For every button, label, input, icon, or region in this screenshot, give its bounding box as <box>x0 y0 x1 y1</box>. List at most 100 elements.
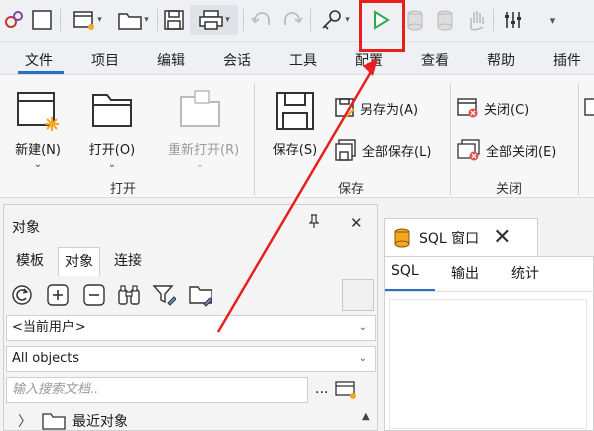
chevron-down-icon: ⌄ <box>358 353 367 364</box>
toolbar-divider <box>493 9 494 31</box>
find-binoculars-icon[interactable] <box>117 283 141 307</box>
close-all-button[interactable]: 全部关闭(E) <box>456 137 556 163</box>
save-as-button[interactable]: 另存为(A) <box>334 95 418 121</box>
tab-tools[interactable]: 工具 <box>289 50 317 70</box>
save-icon[interactable] <box>161 5 187 35</box>
new-window-button[interactable]: ▾ <box>66 5 108 35</box>
object-type-value: All objects <box>12 351 80 366</box>
search-input[interactable]: 输入搜索文档.. <box>6 377 308 403</box>
tab-sql[interactable]: SQL <box>391 263 419 279</box>
user-filter-select[interactable]: <当前用户> ⌄ <box>6 315 376 341</box>
sql-window-tab-label: SQL 窗口 <box>419 230 480 247</box>
ribbon-divider <box>254 83 255 195</box>
tab-connections[interactable]: 连接 <box>108 247 148 275</box>
save-all-label: 全部保存(L) <box>362 144 432 160</box>
chevron-down-icon: ⌄ <box>195 159 205 170</box>
object-preview-box <box>342 279 374 311</box>
sql-window-pane: SQL 窗口 ✕ SQL 输出 统计 <box>384 204 594 431</box>
save-as-label: 另存为(A) <box>360 102 419 118</box>
open-folder-icon <box>92 94 132 127</box>
tab-statistics[interactable]: 统计 <box>511 263 539 283</box>
customize-dropdown-icon[interactable]: ▾ <box>542 5 562 35</box>
new-window-icon <box>73 11 95 30</box>
ribbon: 新建(N) ⌄ 打开(O) ⌄ 重新打开(R) ⌄ 打开 保存(S) 另存为(A… <box>0 74 594 198</box>
menu-tab-bar: 文件 项目 编辑 会话 工具 配置 查看 帮助 插件 <box>0 42 594 74</box>
tab-configure[interactable]: 配置 <box>355 50 383 70</box>
blank-document-icon[interactable] <box>28 5 56 35</box>
add-icon[interactable] <box>46 283 70 307</box>
execute-button[interactable] <box>368 5 394 35</box>
save-all-button[interactable]: 全部保存(L) <box>334 137 431 163</box>
close-pane-icon[interactable]: ✕ <box>350 214 363 232</box>
reopen-button-label: 重新打开(R) <box>168 143 240 158</box>
redo-icon[interactable] <box>279 5 305 35</box>
undo-icon[interactable] <box>249 5 275 35</box>
tab-file[interactable]: 文件 <box>25 50 53 70</box>
close-tab-icon[interactable]: ✕ <box>493 225 511 250</box>
ribbon-divider <box>578 83 579 195</box>
connect-key-button[interactable]: ▾ <box>314 5 356 35</box>
tab-objects[interactable]: 对象 <box>58 247 100 276</box>
tab-plugins[interactable]: 插件 <box>553 50 581 70</box>
commit-icon[interactable] <box>404 5 426 35</box>
filter-icon[interactable] <box>152 283 176 307</box>
open-button-label: 打开(O) <box>88 143 136 158</box>
remove-icon[interactable] <box>82 283 106 307</box>
tab-edit[interactable]: 编辑 <box>157 50 185 70</box>
open-folder-button[interactable]: ▾ <box>112 5 154 35</box>
break-hand-icon[interactable] <box>464 5 488 35</box>
search-options-button[interactable]: ... <box>315 381 328 397</box>
chevron-right-icon: 〉 <box>18 414 32 430</box>
pin-icon[interactable] <box>308 214 320 232</box>
tab-output[interactable]: 输出 <box>451 263 479 283</box>
close-all-label: 全部关闭(E) <box>486 144 557 160</box>
chevron-down-icon: ⌄ <box>33 159 43 170</box>
object-type-select[interactable]: All objects ⌄ <box>6 346 376 372</box>
settings-sliders-icon[interactable] <box>500 5 526 35</box>
tab-help[interactable]: 帮助 <box>487 50 515 70</box>
tab-view[interactable]: 查看 <box>421 50 449 70</box>
sql-editor-area: SQL 输出 统计 <box>384 256 594 431</box>
tab-session[interactable]: 会话 <box>223 50 251 70</box>
save-button-label: 保存(S) <box>272 143 318 158</box>
save-all-icon <box>335 139 356 161</box>
reopen-button[interactable]: 重新打开(R) ⌄ <box>168 81 240 170</box>
folder-settings-icon[interactable] <box>188 283 212 307</box>
close-window-icon <box>457 98 478 118</box>
toolbar-divider <box>60 9 61 31</box>
save-button[interactable]: 保存(S) <box>263 81 327 158</box>
key-icon <box>322 10 342 30</box>
close-button[interactable]: 关闭(C) <box>456 95 529 121</box>
toolbar-divider <box>310 9 311 31</box>
reopen-folder-icon <box>180 90 220 127</box>
app-gears-icon[interactable] <box>2 5 26 35</box>
quick-access-toolbar: ▾ ▾ ▾ ▾ ▾ <box>0 0 594 42</box>
more-ribbon-icon[interactable] <box>584 95 594 121</box>
new-button-label: 新建(N) <box>15 143 61 158</box>
tab-templates[interactable]: 模板 <box>10 247 50 275</box>
print-button[interactable]: ▾ <box>190 5 238 35</box>
tree-item-recent-objects[interactable]: 〉 最近对象 <box>18 411 128 431</box>
run-play-icon <box>374 10 390 30</box>
printer-icon <box>199 10 223 30</box>
toolbar-divider <box>157 9 158 31</box>
new-window-icon[interactable] <box>334 379 358 405</box>
rollback-icon[interactable] <box>434 5 456 35</box>
chevron-down-icon: ⌄ <box>107 159 117 170</box>
scroll-up-icon[interactable]: ▲ <box>362 411 370 422</box>
refresh-icon[interactable] <box>10 283 34 307</box>
open-button[interactable]: 打开(O) ⌄ <box>80 81 144 170</box>
sql-text-editor[interactable] <box>389 299 587 429</box>
subtab-divider <box>385 291 594 292</box>
object-pane-title: 对象 <box>12 220 40 236</box>
group-label-save: 保存 <box>338 182 365 197</box>
tab-project[interactable]: 项目 <box>91 50 119 70</box>
tab-sql-window[interactable]: SQL 窗口 ✕ <box>384 218 538 256</box>
toolbar-divider <box>243 9 244 31</box>
folder-icon <box>118 13 142 30</box>
chevron-down-icon: ⌄ <box>358 322 367 333</box>
save-disk-icon <box>276 92 314 130</box>
object-pane: 对象 ✕ 模板 对象 连接 <当前用户> ⌄ All objects ⌄ 输入搜… <box>3 204 378 431</box>
group-label-open: 打开 <box>110 182 137 197</box>
new-button[interactable]: 新建(N) ⌄ <box>6 81 70 170</box>
